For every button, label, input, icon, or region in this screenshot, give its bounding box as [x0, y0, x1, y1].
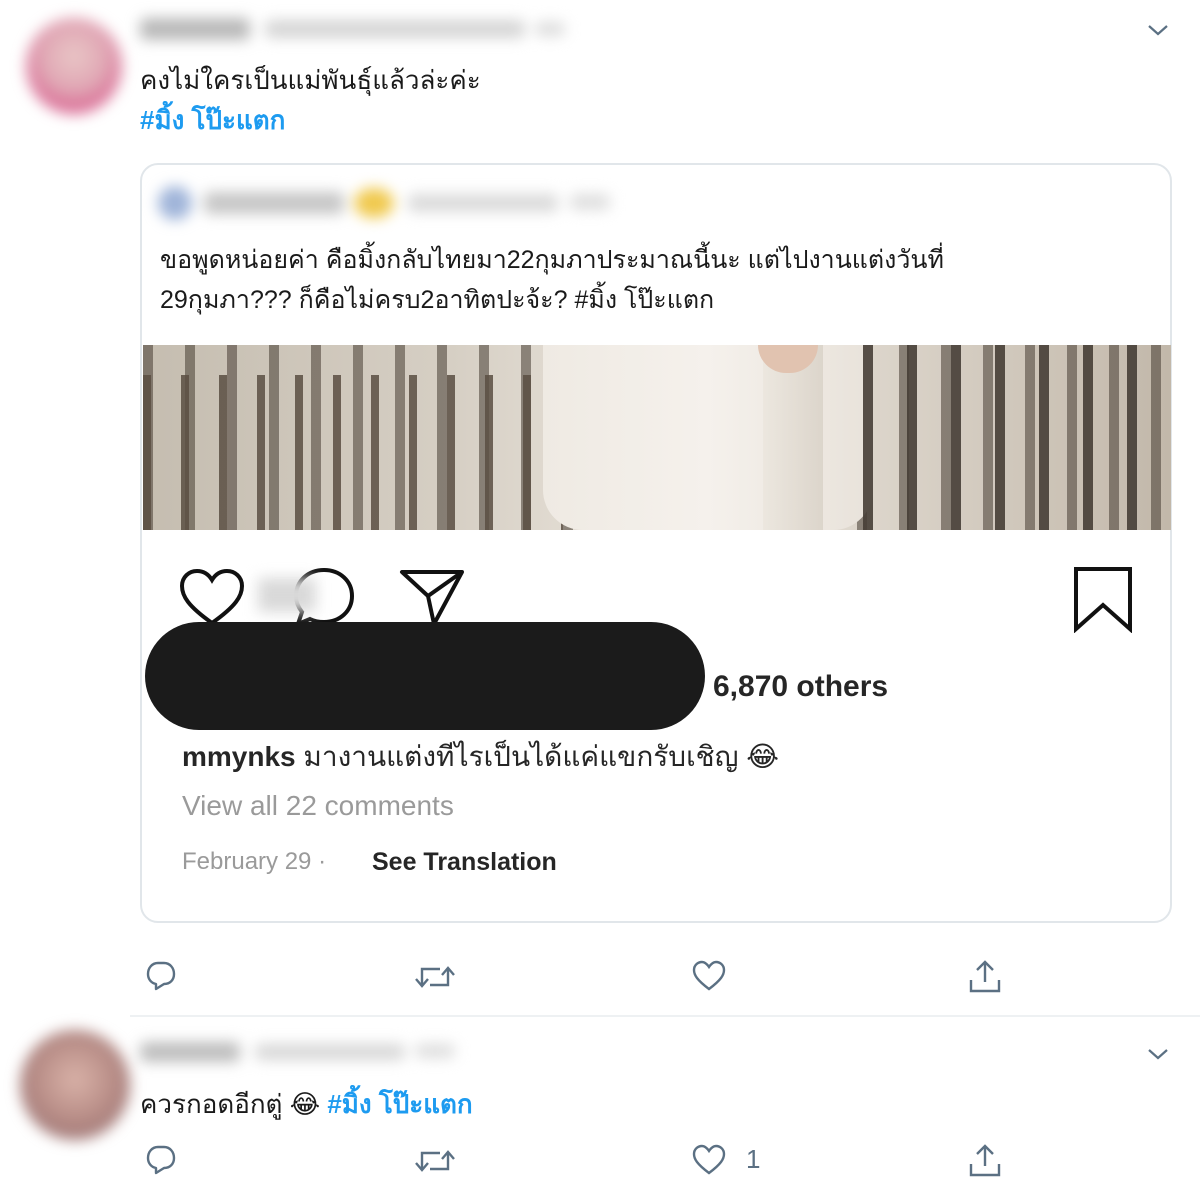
instagram-caption: mmynks มางานแต่งทีไรเป็นได้แค่แขกรับเชิญ… [182, 735, 779, 779]
author-name-redacted [140, 8, 570, 48]
redaction-bar [145, 622, 705, 730]
likes-count[interactable]: 6,870 others [713, 670, 888, 704]
retweet-icon[interactable] [414, 962, 456, 992]
redaction-smudge [258, 578, 316, 612]
heart-icon[interactable] [692, 1144, 726, 1176]
quoted-author-redacted [158, 180, 628, 226]
tweet-text-body: ควรกอดอีกตู่ [140, 1089, 283, 1119]
tears-of-joy-emoji: 😂 [746, 740, 780, 773]
bookmark-icon[interactable] [1072, 565, 1134, 633]
retweet-icon[interactable] [414, 1146, 456, 1176]
quoted-tweet-text: ขอพูดหน่อยค่า คือมิ้งกลับไทยมา22กุมภาประ… [160, 240, 1150, 320]
date-separator: · [318, 848, 327, 875]
quoted-text-line: ขอพูดหน่อยค่า คือมิ้งกลับไทยมา22กุมภาประ… [160, 246, 944, 274]
heart-icon[interactable] [178, 568, 246, 628]
instagram-photo[interactable] [143, 345, 1171, 530]
avatar[interactable] [20, 1030, 130, 1140]
tears-of-joy-emoji: 😂 [289, 1090, 321, 1120]
avatar[interactable] [26, 18, 122, 114]
post-date: February 29 · [182, 848, 326, 876]
tweet-text: คงไม่ใครเป็นแม่พันธุ์แล้วล่ะค่ะ [140, 65, 481, 95]
like-count: 1 [746, 1144, 761, 1174]
share-icon[interactable] [968, 960, 1002, 994]
share-icon[interactable] [968, 1144, 1002, 1178]
reply-icon[interactable] [145, 960, 177, 992]
send-icon[interactable] [398, 566, 466, 628]
view-all-comments-link[interactable]: View all 22 comments [182, 790, 454, 822]
see-translation-link[interactable]: See Translation [372, 848, 557, 877]
author-name-redacted [140, 1030, 470, 1070]
tweet-divider [130, 1015, 1200, 1017]
post-date-text: February 29 [182, 848, 312, 875]
reply-icon[interactable] [145, 1144, 177, 1176]
heart-icon[interactable] [692, 960, 726, 992]
hashtag-link[interactable]: #มิ้ง โป๊ะแตก [140, 100, 285, 141]
hashtag-link[interactable]: #มิ้ง โป๊ะแตก [327, 1089, 472, 1119]
quoted-text-line: 29กุมภา??? ก็คือไม่ครบ2อาทิตปะจ้ะ? #มิ้ง… [160, 286, 715, 314]
instagram-username[interactable]: mmynks [182, 741, 296, 772]
chevron-down-icon[interactable] [1146, 1046, 1170, 1062]
instagram-caption-text: มางานแต่งทีไรเป็นได้แค่แขกรับเชิญ [303, 741, 739, 772]
chevron-down-icon[interactable] [1146, 22, 1170, 38]
tweet-text: ควรกอดอีกตู่ 😂 #มิ้ง โป๊ะแตก [140, 1084, 473, 1125]
